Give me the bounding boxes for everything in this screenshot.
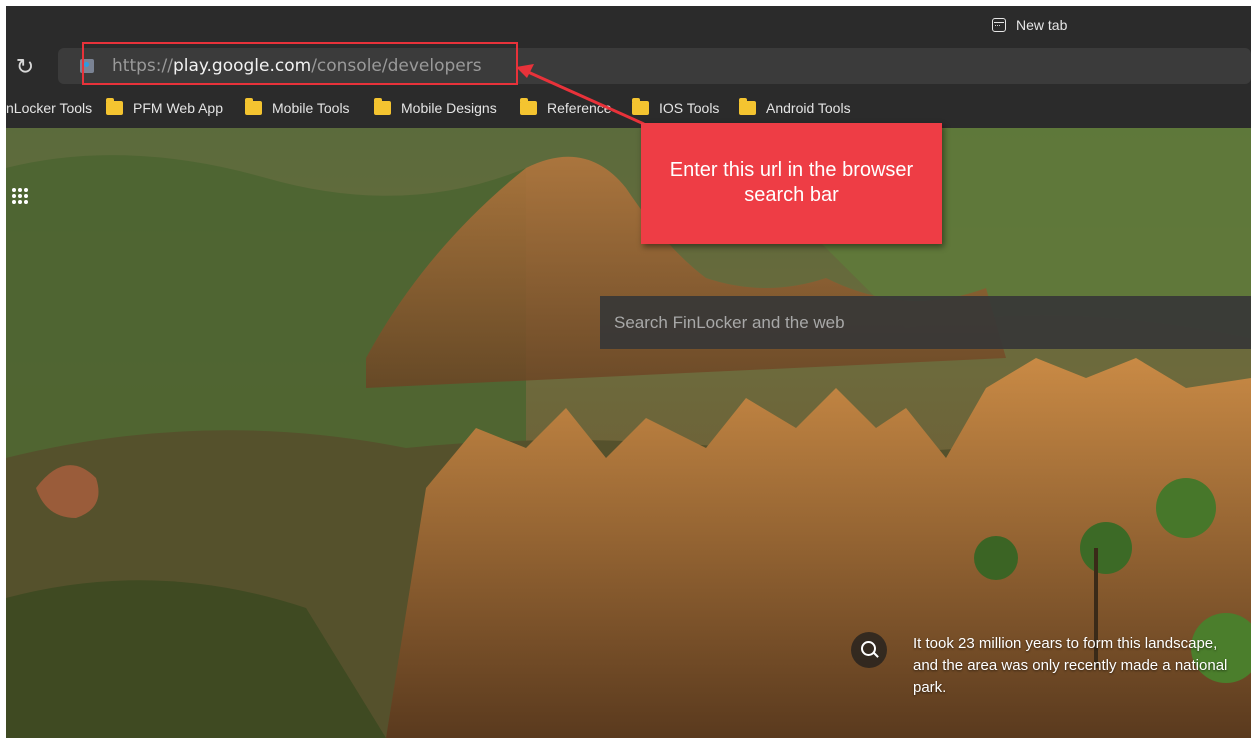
tab-new-tab[interactable]: New tab <box>992 13 1067 37</box>
apps-grid-icon[interactable] <box>12 188 28 204</box>
url-highlight-box <box>82 42 518 85</box>
tab-strip: New tab <box>6 6 1251 42</box>
bookmark-label: IOS Tools <box>659 100 720 116</box>
bookmarks-bar: nLocker Tools PFM Web App Mobile Tools M… <box>6 92 1251 129</box>
tab-title: New tab <box>1016 17 1068 33</box>
reload-icon[interactable]: ↻ <box>12 54 38 80</box>
folder-icon <box>520 98 537 115</box>
bookmark-item[interactable]: nLocker Tools <box>6 100 92 116</box>
folder-icon <box>374 98 391 115</box>
bookmark-item[interactable]: Mobile Tools <box>245 98 350 116</box>
bookmark-item[interactable]: IOS Tools <box>632 98 720 116</box>
bookmark-label: nLocker Tools <box>6 100 93 116</box>
folder-icon <box>245 98 262 115</box>
bookmark-item[interactable]: Mobile Designs <box>374 98 497 116</box>
bookmark-label: Mobile Tools <box>272 100 350 116</box>
bookmark-item[interactable]: Android Tools <box>739 98 851 116</box>
image-caption[interactable]: It took 23 million years to form this la… <box>913 633 1243 699</box>
search-input[interactable] <box>600 296 1251 349</box>
folder-icon <box>739 98 756 115</box>
new-tab-icon <box>992 18 1006 32</box>
folder-icon <box>106 98 123 115</box>
bookmark-item[interactable]: Reference <box>520 98 612 116</box>
image-info-search-icon[interactable] <box>851 632 887 668</box>
browser-window: New tab ↻ https://play.google.com/consol… <box>6 6 1251 738</box>
bookmark-label: Mobile Designs <box>401 100 497 116</box>
bookmark-label: Reference <box>547 100 612 116</box>
web-search-box[interactable] <box>600 296 1251 349</box>
bookmark-label: Android Tools <box>766 100 851 116</box>
folder-icon <box>632 98 649 115</box>
bookmark-label: PFM Web App <box>133 100 224 116</box>
bookmark-item[interactable]: PFM Web App <box>106 98 224 116</box>
annotation-callout: Enter this url in the browser search bar <box>641 123 942 244</box>
